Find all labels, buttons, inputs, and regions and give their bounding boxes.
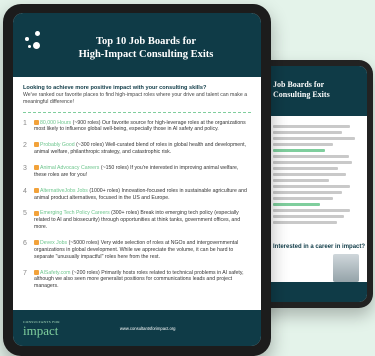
item-number: 6 [23,239,27,247]
intro-text: We've ranked our favorite places to find… [23,92,248,105]
back-doc-title-line2: Consulting Exits [273,90,330,99]
list-item: 2 Probably Good (~300 roles) Well-curated… [23,142,251,156]
board-logo-icon [34,269,39,275]
doc-footer: CONSULTANTS FOR impact www.consultantsfo… [13,310,261,346]
list-item: 3 Animal Advocacy Careers (~150 roles) If… [23,165,251,179]
board-logo-icon [34,165,39,171]
board-logo-icon [34,210,39,216]
list-item: 1 80,000 Hours (~900 roles) Our favorite … [23,120,251,134]
job-board-link[interactable]: Emerging Tech Policy Careers [40,210,110,216]
front-tablet: Top 10 Job Boards for High-Impact Consul… [3,4,271,356]
item-number: 3 [23,164,27,172]
list-item: 6 Devex Jobs (~5000 roles) Very wide sele… [23,240,251,261]
website-link[interactable]: www.consultantsforimpact.org [120,326,176,331]
item-text: Emerging Tech Policy Careers (300+ roles… [34,210,251,231]
item-text: AISafety.com (~200 roles) Primarily host… [34,270,251,291]
doc-title-line1: Top 10 Job Boards for [96,36,196,47]
item-number: 2 [23,142,27,150]
list-item: 4 AlternativeJobs Jobs (1000+ roles) Inno… [23,188,251,202]
item-text: Devex Jobs (~5000 roles) Very wide selec… [34,240,251,261]
job-board-link[interactable]: AlternativeJobs Jobs [40,188,88,194]
doc-body: Looking to achieve more positive impact … [13,77,261,290]
divider [23,111,251,113]
job-board-link[interactable]: 80,000 Hours [40,120,71,126]
board-logo-icon [34,187,39,193]
job-board-link[interactable]: Animal Advocacy Careers [40,165,99,171]
brand-logo: CONSULTANTS FOR impact [23,320,60,337]
item-number: 7 [23,269,27,277]
board-logo-icon [34,142,39,148]
brand-big: impact [23,322,59,338]
job-board-link[interactable]: AISafety.com [40,270,70,276]
intro-question: Looking to achieve more positive impact … [23,85,207,91]
list-item: 5 Emerging Tech Policy Careers (300+ role… [23,210,251,231]
list-item: 7 AISafety.com (~200 roles) Primarily hos… [23,270,251,291]
doc-title: Top 10 Job Boards for High-Impact Consul… [13,35,261,61]
logo-dots-icon [25,31,45,51]
item-number: 4 [23,187,27,195]
item-number: 1 [23,119,27,127]
item-text: 80,000 Hours (~900 roles) Our favorite s… [34,120,251,134]
job-board-link[interactable]: Devex Jobs [40,240,67,246]
item-number: 5 [23,210,27,218]
author-photo [333,254,359,282]
back-section-title: Interested in a career in impact? [273,244,366,250]
job-board-link[interactable]: Probably Good [40,142,75,148]
item-text: Animal Advocacy Careers (~150 roles) If … [34,165,251,179]
back-doc-title-line1: Job Boards for [273,80,325,89]
board-logo-icon [34,240,39,246]
board-logo-icon [34,119,39,125]
doc-header: Top 10 Job Boards for High-Impact Consul… [13,13,261,77]
item-text: Probably Good (~300 roles) Well-curated … [34,142,251,156]
front-tablet-screen: Top 10 Job Boards for High-Impact Consul… [13,13,261,346]
item-text: AlternativeJobs Jobs (1000+ roles) Innov… [34,188,251,202]
doc-title-line2: High-Impact Consulting Exits [78,49,214,61]
job-board-list: 1 80,000 Hours (~900 roles) Our favorite … [23,120,251,291]
